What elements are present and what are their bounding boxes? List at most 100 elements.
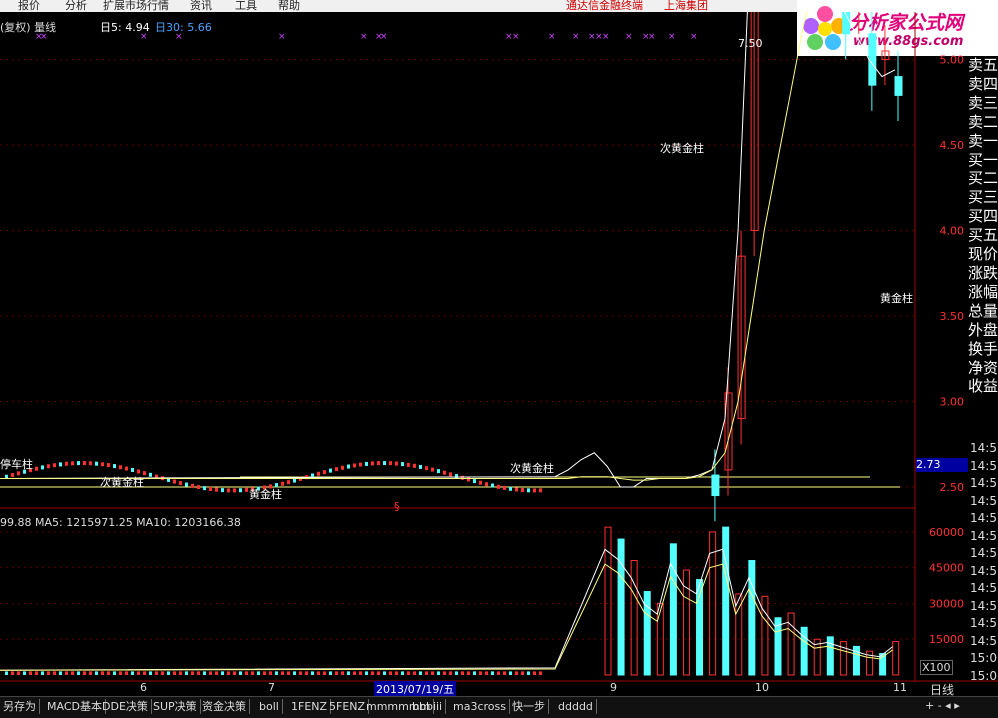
volume-bar [800,626,808,676]
volume-bar-small [269,671,272,675]
quote-label: 买五 [968,226,998,245]
tab-save-as[interactable]: 另存为 [0,699,40,714]
volume-bar [892,641,900,676]
candle-small [221,488,224,493]
gold-bar-label: 黄金柱 [249,488,282,501]
volume-legend: 99.88 MA5: 1215971.25 MA10: 1203166.38 [0,516,241,529]
candle-small [185,482,188,487]
volume-bar-small [323,671,326,675]
candle-small [461,475,464,480]
nav-arrows-icon[interactable]: + - ◂ ▸ [925,699,960,712]
volume-bar-small [299,671,302,675]
volume-bar-small [113,671,116,675]
quote-label: 涨幅 [968,282,998,301]
volume-bar-small [227,671,230,675]
volume-bar-small [377,671,380,675]
volume-bar-small [83,671,86,675]
tab-ddddd[interactable]: ddddd [555,699,597,714]
tab-1fenz[interactable]: 1FENZ [288,699,332,714]
volume-bar-small [101,671,104,675]
volume-bar-small [473,671,476,675]
candle-body [868,33,877,86]
candle-body [711,474,720,497]
volume-bar-small [215,671,218,675]
tick-time: 14:5 [970,616,997,630]
volume-bar-small [191,671,194,675]
volume-bar-small [161,671,164,675]
volume-bar-small [527,671,530,675]
tick-time: 15:0 [970,668,997,683]
volume-bar-small [455,671,458,675]
kline-chart[interactable]: 2.503.003.504.004.505.005.506.006.507.00… [0,12,998,682]
volume-bar-small [59,671,62,675]
tick-time: 14:5 [970,546,997,560]
volume-bar-small [533,671,536,675]
volume-bar-small [35,671,38,675]
tick-time-column: 14:5 14:5 14:5 14:5 14:5 14:5 14:5 14:5 … [970,440,998,685]
volume-bar [669,543,677,676]
volume-tick-label: 15000 [929,633,964,646]
quote-label: 现价 [968,245,998,264]
volume-bar-small [71,671,74,675]
candle-small [191,483,194,488]
candle-small [533,488,536,493]
volume-bar-small [317,671,320,675]
volume-bar-small [107,671,110,675]
volume-bar-small [491,671,494,675]
volume-tick-label: 45000 [929,562,964,575]
candle-small [83,461,86,466]
volume-bar-small [251,671,254,675]
chart-panel[interactable]: 2.503.003.504.004.505.005.506.006.507.00… [0,12,998,682]
tick-time: 14:5 [970,563,997,578]
candle-small [173,479,176,484]
volume-bar-small [437,671,440,675]
tab-fund[interactable]: 资金决策 [199,699,250,714]
main-title: (复权) 量线 [0,21,57,34]
candle-small [491,483,494,488]
volume-bar-small [263,671,266,675]
tab-boll[interactable]: boll [256,699,283,714]
volume-bar-small [359,671,362,675]
signal-marker: × [278,32,286,42]
tab-dde[interactable]: DDE决策 [99,699,152,714]
price-tick-label: 3.50 [940,310,965,323]
signal-marker: × [548,32,556,42]
ma30-legend: 日30: 5.66 [155,21,212,34]
volume-bar-small [179,671,182,675]
quote-label: 卖二 [968,112,998,131]
volume-bar [643,591,651,676]
candle-small [449,472,452,477]
candle-small [497,484,500,489]
candle-small [395,461,398,466]
volume-bar [604,526,612,676]
price-tick-label: 5.00 [940,54,965,67]
volume-bar-small [479,671,482,675]
candle-small [335,467,338,472]
candle-small [341,465,344,470]
volume-bar-small [29,671,32,675]
volume-bar-small [53,671,56,675]
candle-small [539,488,542,493]
candle-small [479,480,482,485]
volume-bar-small [383,671,386,675]
volume-bar-small [419,671,422,675]
volume-bar-small [413,671,416,675]
volume-bar-small [209,671,212,675]
candle-small [119,465,122,470]
tab-ma3cross[interactable]: ma3cross [450,699,510,714]
tab-fast[interactable]: 快一步 [509,699,549,714]
volume-bar-small [539,671,542,675]
signal-marker: × [690,32,698,42]
candle-small [377,461,380,466]
candle-small [41,465,44,470]
volume-bar-small [77,671,80,675]
candle-small [329,468,332,473]
candle-small [65,461,68,466]
volume-bar-small [143,671,146,675]
tab-bbb[interactable]: bbbiii [409,699,447,714]
candle-small [77,461,80,466]
candle-small [503,485,506,490]
tab-macd[interactable]: MACD基本 [44,699,106,714]
tab-sup[interactable]: SUP决策 [150,699,201,714]
bottom-toolbar: 另存为 MACD基本 DDE决策 SUP决策 资金决策 boll 1FENZ 5… [0,696,998,718]
